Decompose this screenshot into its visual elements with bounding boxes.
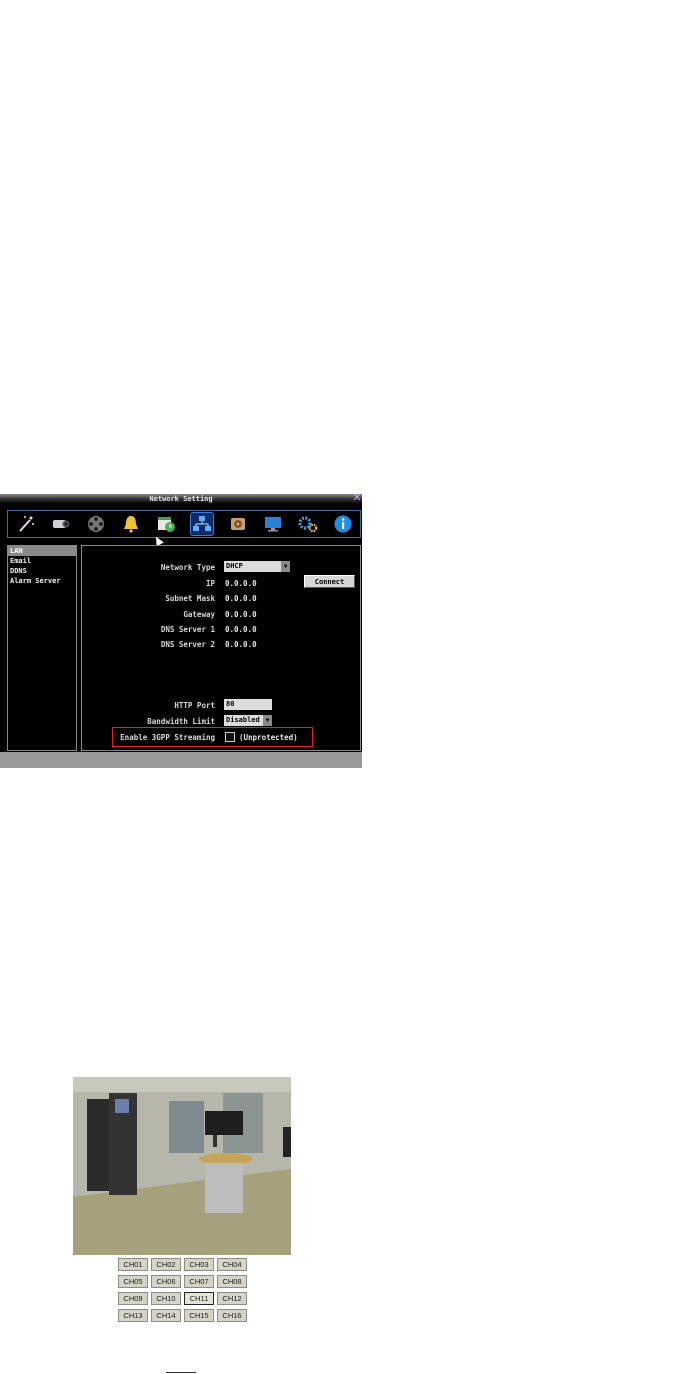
network-icon[interactable] — [189, 512, 214, 536]
schedule-icon[interactable] — [155, 513, 177, 535]
window-title: Network Setting — [0, 494, 362, 504]
ip-label: IP — [205, 579, 215, 588]
subnet-label: Subnet Mask — [165, 594, 215, 603]
channel-button-ch03[interactable]: CH03 — [184, 1258, 214, 1271]
sidebar-item-alarm-server[interactable]: Alarm Server — [8, 576, 76, 586]
dns1-label: DNS Server 1 — [160, 625, 215, 634]
dns1-value: 0.0.0.0 — [225, 625, 257, 634]
channel-button-ch08[interactable]: CH08 — [217, 1275, 247, 1288]
subnet-row: Subnet Mask 0.0.0.0 — [82, 592, 360, 604]
monitor-icon[interactable] — [262, 513, 284, 535]
network-type-select[interactable]: DHCP ▼ — [224, 561, 290, 572]
camera-video-feed[interactable] — [73, 1077, 291, 1255]
dns2-value: 0.0.0.0 — [225, 640, 257, 649]
channel-button-ch02[interactable]: CH02 — [151, 1258, 181, 1271]
close-icon[interactable]: ✕ — [352, 492, 362, 503]
channel-button-ch11[interactable]: CH11 — [184, 1292, 214, 1305]
channel-button-ch15[interactable]: CH15 — [184, 1309, 214, 1322]
settings-sidebar: LAN Email DDNS Alarm Server — [7, 545, 77, 751]
lan-settings-panel: Network Type DHCP ▼ Connect IP 0.0.0.0 S… — [81, 545, 361, 751]
streaming-checkbox[interactable] — [225, 732, 235, 742]
network-type-value: DHCP — [226, 562, 243, 570]
channel-button-ch07[interactable]: CH07 — [184, 1275, 214, 1288]
network-setting-window: Network Setting ✕ LAN Email DDNS Alarm S… — [0, 492, 362, 768]
streaming-label: Enable 3GPP Streaming — [120, 733, 215, 742]
streaming-suffix: (Unprotected) — [239, 733, 298, 742]
sidebar-item-lan[interactable]: LAN — [8, 546, 76, 556]
camera-icon[interactable] — [50, 513, 72, 535]
window-footer — [0, 752, 362, 768]
sidebar-item-ddns[interactable]: DDNS — [8, 566, 76, 576]
gateway-label: Gateway — [183, 610, 215, 619]
chevron-down-icon: ▼ — [263, 715, 272, 726]
system-gear-icon[interactable] — [297, 513, 319, 535]
channel-button-ch05[interactable]: CH05 — [118, 1275, 148, 1288]
dns1-row: DNS Server 1 0.0.0.0 — [82, 623, 360, 635]
chevron-down-icon: ▼ — [281, 561, 290, 572]
settings-toolbar — [7, 510, 361, 538]
http-port-label: HTTP Port — [174, 701, 215, 710]
channel-button-ch12[interactable]: CH12 — [217, 1292, 247, 1305]
subnet-value: 0.0.0.0 — [225, 594, 257, 603]
network-type-row: Network Type DHCP ▼ — [82, 561, 360, 573]
info-icon[interactable] — [332, 513, 354, 535]
ip-value: 0.0.0.0 — [225, 579, 257, 588]
channel-button-ch13[interactable]: CH13 — [118, 1309, 148, 1322]
bandwidth-label: Bandwidth Limit — [147, 717, 215, 726]
gateway-value: 0.0.0.0 — [225, 610, 257, 619]
gateway-row: Gateway 0.0.0.0 — [82, 608, 360, 620]
http-port-row: HTTP Port 80 — [82, 699, 360, 711]
channel-button-ch04[interactable]: CH04 — [217, 1258, 247, 1271]
channel-button-ch01[interactable]: CH01 — [118, 1258, 148, 1271]
channel-button-ch10[interactable]: CH10 — [151, 1292, 181, 1305]
dns2-row: DNS Server 2 0.0.0.0 — [82, 638, 360, 650]
sidebar-item-email[interactable]: Email — [8, 556, 76, 566]
page-underline — [166, 1372, 196, 1373]
alarm-bell-icon[interactable] — [120, 513, 142, 535]
channel-button-ch09[interactable]: CH09 — [118, 1292, 148, 1305]
record-icon[interactable] — [85, 513, 107, 535]
http-port-input[interactable]: 80 — [224, 699, 272, 710]
channel-button-ch16[interactable]: CH16 — [217, 1309, 247, 1322]
channel-button-ch14[interactable]: CH14 — [151, 1309, 181, 1322]
dns2-label: DNS Server 2 — [160, 640, 215, 649]
disk-icon[interactable] — [227, 513, 249, 535]
bandwidth-row: Bandwidth Limit Disabled ▼ — [82, 715, 360, 727]
bandwidth-select[interactable]: Disabled ▼ — [224, 715, 272, 726]
ip-row: IP 0.0.0.0 — [82, 577, 360, 589]
wizard-icon[interactable] — [15, 513, 37, 535]
network-type-label: Network Type — [160, 563, 215, 572]
bandwidth-value: Disabled — [226, 716, 260, 724]
channel-button-ch06[interactable]: CH06 — [151, 1275, 181, 1288]
streaming-row: Enable 3GPP Streaming (Unprotected) — [82, 731, 360, 743]
